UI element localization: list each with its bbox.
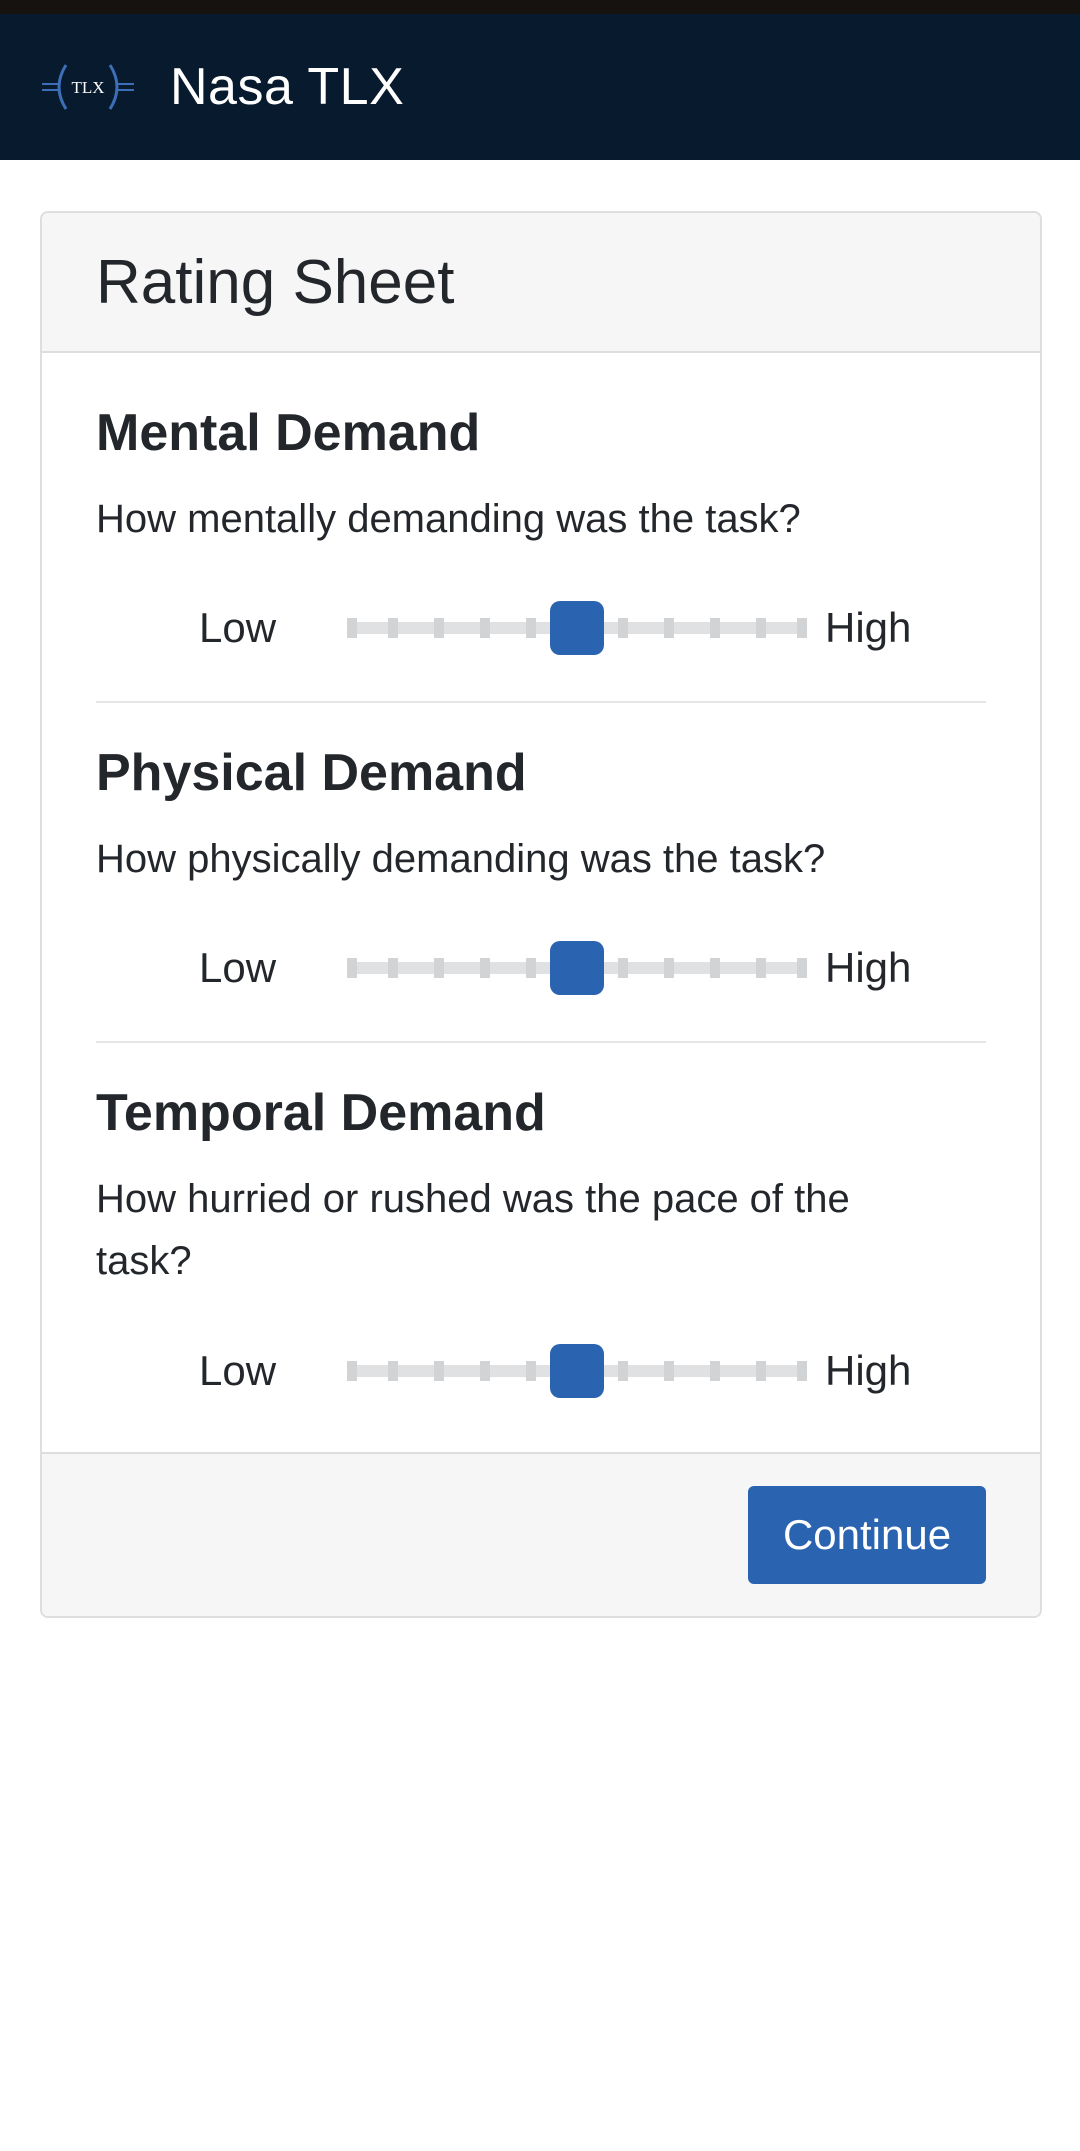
slider-tick xyxy=(756,958,766,978)
slider-tick xyxy=(526,1361,536,1381)
temporal-demand-slider[interactable] xyxy=(347,1341,807,1401)
slider-tick xyxy=(434,1361,444,1381)
rating-card: Rating Sheet Mental Demand How mentally … xyxy=(40,211,1042,1618)
question-mental-demand: Mental Demand How mentally demanding was… xyxy=(96,353,986,703)
page-title: Rating Sheet xyxy=(96,247,455,317)
slider-thumb[interactable] xyxy=(550,601,604,655)
slider-tick xyxy=(618,958,628,978)
status-strip xyxy=(0,0,1080,14)
slider-tick xyxy=(797,1361,807,1381)
slider-tick xyxy=(797,618,807,638)
slider-tick xyxy=(710,1361,720,1381)
slider-tick xyxy=(664,618,674,638)
scale-high-label: High xyxy=(825,944,912,991)
slider-thumb[interactable] xyxy=(550,1344,604,1398)
rating-scale: Low High xyxy=(96,1341,990,1401)
slider-tick xyxy=(434,618,444,638)
question-title: Physical Demand xyxy=(96,744,527,802)
slider-tick xyxy=(480,618,490,638)
slider-thumb[interactable] xyxy=(550,941,604,995)
question-title: Temporal Demand xyxy=(96,1084,546,1142)
question-text: How physically demanding was the task? xyxy=(96,837,826,881)
slider-tick xyxy=(618,1361,628,1381)
slider-tick xyxy=(664,1361,674,1381)
question-text: How mentally demanding was the task? xyxy=(96,497,801,541)
slider-tick xyxy=(756,1361,766,1381)
physical-demand-slider[interactable] xyxy=(347,938,807,998)
slider-tick xyxy=(347,1361,357,1381)
question-temporal-demand: Temporal Demand How hurried or rushed wa… xyxy=(96,1043,986,1452)
slider-tick xyxy=(434,958,444,978)
slider-tick xyxy=(347,958,357,978)
scale-low-label: Low xyxy=(199,944,277,991)
scale-low-label: Low xyxy=(199,604,277,651)
slider-tick xyxy=(388,958,398,978)
question-physical-demand: Physical Demand How physically demanding… xyxy=(96,703,986,1043)
question-title: Mental Demand xyxy=(96,404,481,462)
continue-button[interactable]: Continue xyxy=(748,1486,986,1584)
card-body: Mental Demand How mentally demanding was… xyxy=(42,353,1040,1452)
slider-tick xyxy=(388,618,398,638)
slider-tick xyxy=(347,618,357,638)
card-header: Rating Sheet xyxy=(42,213,1040,353)
slider-tick xyxy=(710,618,720,638)
slider-tick xyxy=(710,958,720,978)
logo-text: TLX xyxy=(71,78,104,97)
card-footer: Continue xyxy=(42,1452,1040,1616)
slider-tick xyxy=(388,1361,398,1381)
slider-tick xyxy=(756,618,766,638)
slider-tick xyxy=(526,958,536,978)
slider-tick xyxy=(618,618,628,638)
mental-demand-slider[interactable] xyxy=(347,598,807,658)
slider-tick xyxy=(480,958,490,978)
tlx-logo-icon: TLX xyxy=(40,57,136,117)
rating-scale: Low High xyxy=(96,938,990,998)
scale-low-label: Low xyxy=(199,1347,277,1394)
navbar: TLX Nasa TLX xyxy=(0,14,1080,160)
scale-high-label: High xyxy=(825,604,912,651)
app-title: Nasa TLX xyxy=(170,58,405,116)
slider-tick xyxy=(526,618,536,638)
scale-high-label: High xyxy=(825,1347,912,1394)
slider-tick xyxy=(797,958,807,978)
slider-tick xyxy=(480,1361,490,1381)
question-text: How hurried or rushed was the pace of th… xyxy=(96,1177,850,1283)
rating-scale: Low High xyxy=(96,598,990,658)
slider-tick xyxy=(664,958,674,978)
